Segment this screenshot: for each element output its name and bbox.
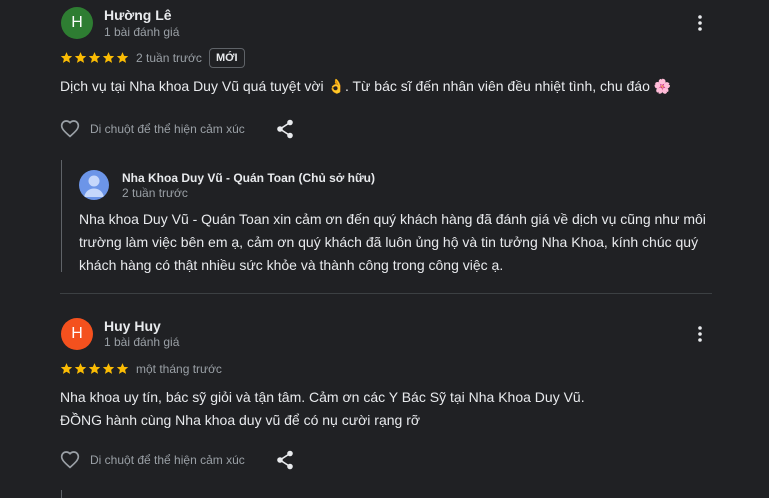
star-icon xyxy=(60,52,73,63)
star-icon xyxy=(116,363,129,374)
avatar-letter: H xyxy=(71,14,83,31)
share-icon xyxy=(277,450,293,470)
like-button[interactable] xyxy=(60,450,80,474)
star-icon xyxy=(88,363,101,374)
avatar[interactable]: H xyxy=(61,7,93,39)
heart-outline-icon xyxy=(60,451,80,469)
reply-text: Nha khoa Duy Vũ - Quán Toan xin cảm ơn đ… xyxy=(79,208,706,277)
reviewer-meta: 1 bài đánh giá xyxy=(104,335,180,349)
star-icon xyxy=(102,52,115,63)
star-rating xyxy=(60,362,129,375)
review-time: một tháng trước xyxy=(136,362,222,376)
reviewer-meta: 1 bài đánh giá xyxy=(104,25,180,39)
like-button[interactable] xyxy=(60,119,80,143)
reply-line: khách hàng có thật nhiều sức khỏe và thà… xyxy=(79,257,504,273)
share-icon xyxy=(277,119,293,139)
reply-line: Nha khoa Duy Vũ - Quán Toan xin cảm ơn đ… xyxy=(79,211,706,227)
reviewer-name[interactable]: Hường Lê xyxy=(104,7,172,23)
share-button[interactable] xyxy=(276,119,294,144)
reply-time: 2 tuần trước xyxy=(122,186,188,200)
owner-avatar[interactable] xyxy=(79,170,109,200)
star-icon xyxy=(74,52,87,63)
avatar-letter: H xyxy=(71,325,83,342)
star-icon xyxy=(74,363,87,374)
more-vert-icon xyxy=(698,15,702,31)
reviewer-name[interactable]: Huy Huy xyxy=(104,318,161,334)
reply-indent-bar xyxy=(61,160,62,272)
share-button[interactable] xyxy=(276,450,294,475)
reaction-hint: Di chuột để thể hiện cảm xúc xyxy=(90,122,245,136)
review-line: ĐỒNG hành cùng Nha khoa duy vũ để có nụ … xyxy=(60,412,421,428)
reply-indent-bar xyxy=(61,490,62,498)
star-icon xyxy=(60,363,73,374)
star-rating xyxy=(60,51,129,64)
person-icon xyxy=(84,175,104,197)
star-icon xyxy=(88,52,101,63)
star-icon xyxy=(102,363,115,374)
more-options-button[interactable] xyxy=(690,13,710,33)
avatar[interactable]: H xyxy=(61,318,93,350)
owner-name[interactable]: Nha Khoa Duy Vũ - Quán Toan (Chủ sở hữu) xyxy=(122,171,375,185)
more-vert-icon xyxy=(698,326,702,342)
review-text: Nha khoa uy tín, bác sỹ giỏi và tận tâm.… xyxy=(60,386,585,432)
review-line: Nha khoa uy tín, bác sỹ giỏi và tận tâm.… xyxy=(60,389,585,405)
new-badge: MỚI xyxy=(209,48,245,68)
review-divider xyxy=(60,293,712,294)
more-options-button[interactable] xyxy=(690,324,710,344)
heart-outline-icon xyxy=(60,120,80,138)
reaction-hint: Di chuột để thể hiện cảm xúc xyxy=(90,453,245,467)
review-time: 2 tuần trước xyxy=(136,51,202,65)
review-text: Dịch vụ tại Nha khoa Duy Vũ quá tuyệt vờ… xyxy=(60,78,672,94)
reply-line: trường làm việc bên em ạ, cảm ơn quý khá… xyxy=(79,234,699,250)
star-icon xyxy=(116,52,129,63)
